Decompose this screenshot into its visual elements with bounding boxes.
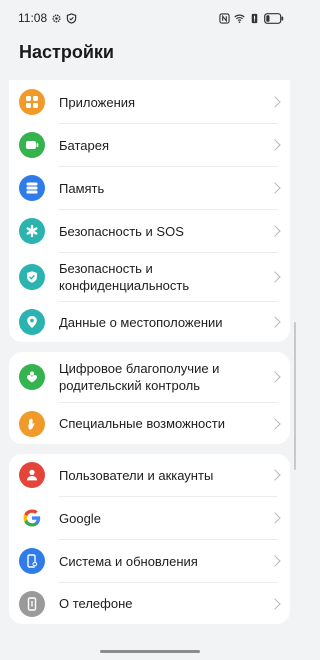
chevron-right-icon: [269, 96, 281, 108]
settings-item-label: Безопасность и SOS: [59, 223, 184, 239]
status-right: [219, 12, 284, 24]
chevron-right-icon: [269, 555, 281, 567]
phone-settings-icon: [19, 548, 45, 574]
settings-group-1: Приложения Батарея Память Безопасность и…: [9, 80, 290, 342]
settings-item-label: Батарея: [59, 137, 110, 153]
chevron-right-icon: [269, 597, 281, 610]
settings-group-3: Пользователи и аккаунты Google Система и…: [9, 454, 290, 624]
asterisk-icon: [19, 218, 45, 244]
battery-icon: [19, 132, 45, 158]
settings-item-digital-wellbeing[interactable]: Цифровое благополучие и родительский кон…: [9, 352, 290, 402]
chevron-right-icon: [269, 417, 281, 430]
settings-item-label: О телефоне: [59, 596, 133, 611]
chevron-right-icon: [269, 182, 281, 194]
settings-item-label: Безопасность и конфиденциальность: [59, 261, 190, 293]
settings-item-label: Приложения: [59, 94, 136, 110]
chevron-right-icon: [269, 139, 281, 151]
settings-item-storage[interactable]: Память: [9, 167, 290, 209]
location-pin-icon: [19, 309, 45, 335]
settings-item-label: Специальные возможности: [59, 416, 225, 431]
settings-item-google[interactable]: Google: [9, 497, 290, 539]
wellbeing-heart-icon: [19, 364, 45, 390]
wifi-icon: [234, 14, 245, 23]
hand-icon: [19, 410, 45, 437]
phone-info-icon: [19, 590, 45, 617]
settings-item-users-accounts[interactable]: Пользователи и аккаунты: [9, 454, 290, 496]
google-g-icon: [19, 505, 45, 531]
page-title: Настройки: [19, 42, 114, 62]
status-time: 11:08: [18, 11, 48, 25]
status-left: 11:08: [18, 11, 77, 25]
settings-item-system-updates[interactable]: Система и обновления: [9, 540, 290, 582]
status-bar: 11:08: [0, 0, 300, 36]
apps-grid-icon: [19, 89, 45, 115]
settings-item-accessibility[interactable]: Специальные возможности: [9, 403, 290, 444]
settings-item-label: Пользователи и аккаунты: [59, 467, 214, 483]
nfc-icon: [219, 12, 230, 24]
settings-item-security-privacy[interactable]: Безопасность и конфиденциальность: [9, 253, 290, 301]
chevron-right-icon: [269, 271, 281, 283]
battery-icon: [264, 12, 284, 24]
settings-item-label: Цифровое благополучие и родительский кон…: [59, 361, 220, 393]
settings-gear-icon: [52, 13, 61, 23]
shield-icon: [66, 12, 77, 24]
shield-check-icon: [19, 264, 45, 290]
user-icon: [19, 462, 45, 488]
settings-item-label: Память: [59, 180, 105, 196]
scrollbar[interactable]: [294, 322, 296, 470]
settings-item-label: Google: [59, 510, 101, 526]
settings-item-location[interactable]: Данные о местоположении: [9, 302, 290, 342]
chevron-right-icon: [269, 316, 281, 328]
chevron-right-icon: [269, 512, 281, 524]
chevron-right-icon: [269, 469, 281, 481]
battery-alert-icon: [251, 13, 258, 23]
settings-item-security-sos[interactable]: Безопасность и SOS: [9, 210, 290, 252]
chevron-right-icon: [269, 371, 281, 383]
settings-item-about-phone[interactable]: О телефоне: [9, 583, 290, 624]
settings-item-battery[interactable]: Батарея: [9, 124, 290, 166]
settings-item-label: Система и обновления: [59, 553, 198, 569]
storage-icon: [19, 175, 45, 201]
chevron-right-icon: [269, 225, 281, 237]
home-indicator[interactable]: [100, 650, 200, 653]
settings-item-apps[interactable]: Приложения: [9, 82, 290, 122]
settings-item-label: Данные о местоположении: [59, 314, 223, 330]
settings-group-2: Цифровое благополучие и родительский кон…: [9, 352, 290, 444]
